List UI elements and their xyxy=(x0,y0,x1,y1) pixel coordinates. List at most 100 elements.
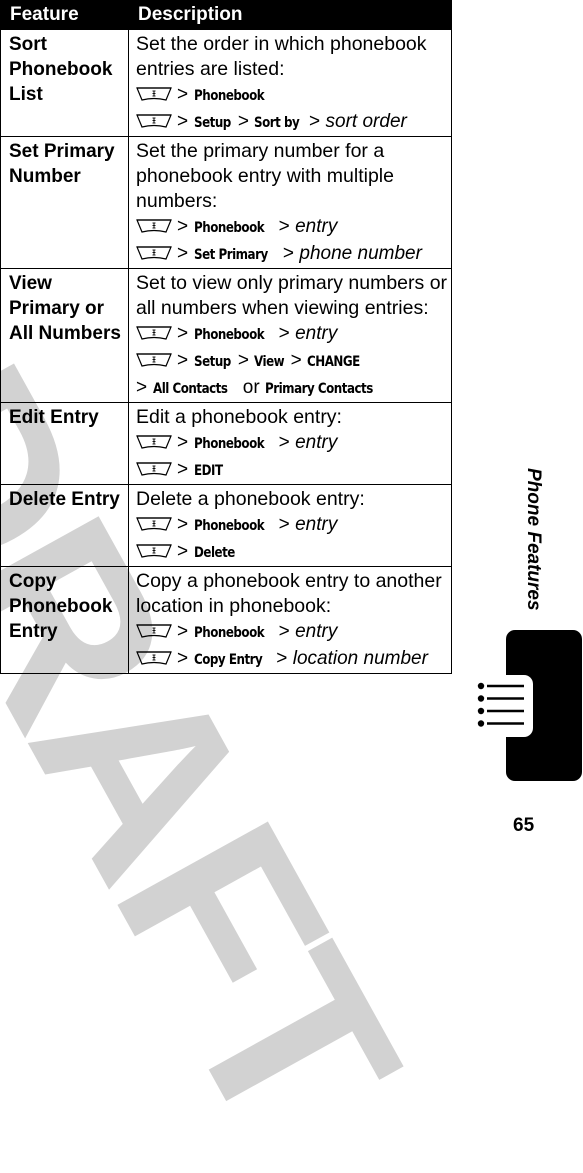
path-separator: > xyxy=(278,216,290,237)
feature-name: Set Primary Number xyxy=(0,136,129,269)
feature-description: Set the order in which phonebook entries … xyxy=(128,29,452,137)
table-row: Copy Phonebook Entry Copy a phonebook entry… xyxy=(0,566,452,674)
menu-path: > Phonebook > entry xyxy=(136,214,447,241)
feature-name: Edit Entry xyxy=(0,402,129,485)
menu-path: > Phonebook > entry xyxy=(136,512,447,539)
menu-command: Sort by xyxy=(254,115,300,131)
menu-command: Primary Contacts xyxy=(265,381,373,397)
path-separator: > xyxy=(309,111,321,132)
menu-key-icon xyxy=(136,651,172,665)
feature-name-line: Set Primary xyxy=(9,141,115,162)
path-separator: > xyxy=(237,350,249,371)
feature-name-line: Delete Entry xyxy=(9,489,120,510)
menu-path: > Phonebook > entry xyxy=(136,430,447,457)
menu-key-icon xyxy=(136,219,172,233)
table-row: Set Primary Number Set the primary number … xyxy=(0,136,452,269)
parameter: entry xyxy=(295,216,338,237)
page-number: 65 xyxy=(513,815,535,836)
path-separator: > xyxy=(237,111,249,132)
path-separator: > xyxy=(177,84,189,105)
path-separator: > xyxy=(177,350,189,371)
path-separator: > xyxy=(276,648,288,669)
menu-command: Set Primary xyxy=(193,247,268,263)
menu-path: > Setup > Sort by > sort order xyxy=(136,109,447,136)
table-body: Sort Phonebook List Set the order in which … xyxy=(0,29,452,674)
description-line: numbers: xyxy=(136,190,218,212)
feature-name: Sort Phonebook List xyxy=(0,29,129,137)
feature-name-line: Edit Entry xyxy=(9,407,99,428)
table-header-row: Feature Description xyxy=(0,0,452,30)
menu-command: Setup xyxy=(193,115,231,131)
feature-name-line: Primary or xyxy=(9,298,105,319)
menu-command: CHANGE xyxy=(307,354,360,370)
description-line: phonebook entry with multiple xyxy=(136,165,394,187)
menu-path: > Setup > View > CHANGE xyxy=(136,348,447,375)
menu-key-icon xyxy=(136,353,172,367)
parameter: sort order xyxy=(325,111,407,132)
path-separator: > xyxy=(177,216,189,237)
description-line: Delete a phonebook entry: xyxy=(136,488,365,510)
path-separator: > xyxy=(278,621,290,642)
menu-command: Setup xyxy=(193,354,231,370)
section-title-text: Phone Features xyxy=(523,468,544,611)
feature-name-line: Number xyxy=(9,166,81,187)
path-separator: > xyxy=(278,514,290,535)
path-separator: > xyxy=(177,541,189,562)
description-line: Set the order in which phonebook xyxy=(136,33,427,55)
path-separator: > xyxy=(177,459,189,480)
description-line: Copy a phonebook entry to another xyxy=(136,570,442,592)
header-description: Description xyxy=(128,0,452,30)
path-separator: > xyxy=(278,432,290,453)
parameter: entry xyxy=(295,323,338,344)
feature-description: Delete a phonebook entry: > Phonebook > e… xyxy=(128,484,452,567)
path-separator: > xyxy=(290,350,302,371)
description-line: all numbers when viewing entries: xyxy=(136,297,429,319)
parameter: location number xyxy=(292,648,428,669)
description-line: Set the primary number for a xyxy=(136,140,385,162)
menu-path: > Phonebook xyxy=(136,82,447,109)
path-separator: > xyxy=(177,621,189,642)
feature-name: Copy Phonebook Entry xyxy=(0,566,129,674)
parameter: phone number xyxy=(299,243,422,264)
menu-command: Delete xyxy=(193,545,235,561)
path-separator: > xyxy=(177,111,189,132)
path-separator: > xyxy=(282,243,294,264)
feature-name-line: Sort xyxy=(9,34,47,55)
feature-name-line: List xyxy=(9,84,43,105)
description-line: Set to view only primary numbers or xyxy=(136,272,448,294)
menu-key-icon xyxy=(136,462,172,476)
section-side-title: Phone Features xyxy=(506,468,546,618)
menu-key-icon xyxy=(136,87,172,101)
menu-key-icon xyxy=(136,246,172,260)
table-row: Sort Phonebook List Set the order in which … xyxy=(0,29,452,137)
feature-name-line: Phonebook xyxy=(9,59,113,80)
feature-name-line: Entry xyxy=(9,621,58,642)
menu-path: > Phonebook > entry xyxy=(136,321,447,348)
header-feature: Feature xyxy=(0,0,129,30)
menu-command: All Contacts xyxy=(152,381,228,397)
menu-command: View xyxy=(254,354,285,370)
menu-key-icon xyxy=(136,435,172,449)
menu-command: Phonebook xyxy=(193,518,265,534)
feature-description: Copy a phonebook entry to another locatio… xyxy=(128,566,452,674)
menu-key-icon xyxy=(136,114,172,128)
feature-description: Set to view only primary numbers or all n… xyxy=(128,268,452,403)
description-line: location in phonebook: xyxy=(136,595,332,617)
parameter: entry xyxy=(295,514,338,535)
menu-path: > Delete xyxy=(136,539,447,566)
feature-name-line: View xyxy=(9,273,52,294)
or-text: or xyxy=(242,377,260,398)
menu-command: Phonebook xyxy=(193,436,265,452)
parameter: entry xyxy=(295,432,338,453)
menu-path-continuation: > All Contacts or Primary Contacts xyxy=(136,375,447,402)
feature-name-line: All Numbers xyxy=(9,323,121,344)
path-separator: > xyxy=(177,648,189,669)
list-icon xyxy=(477,682,524,727)
menu-path: > Set Primary > phone number xyxy=(136,241,447,268)
menu-command: Phonebook xyxy=(193,327,265,343)
menu-command: Phonebook xyxy=(193,220,265,236)
feature-name: Delete Entry xyxy=(0,484,129,567)
path-separator: > xyxy=(136,377,148,398)
path-separator: > xyxy=(278,323,290,344)
menu-key-icon xyxy=(136,326,172,340)
